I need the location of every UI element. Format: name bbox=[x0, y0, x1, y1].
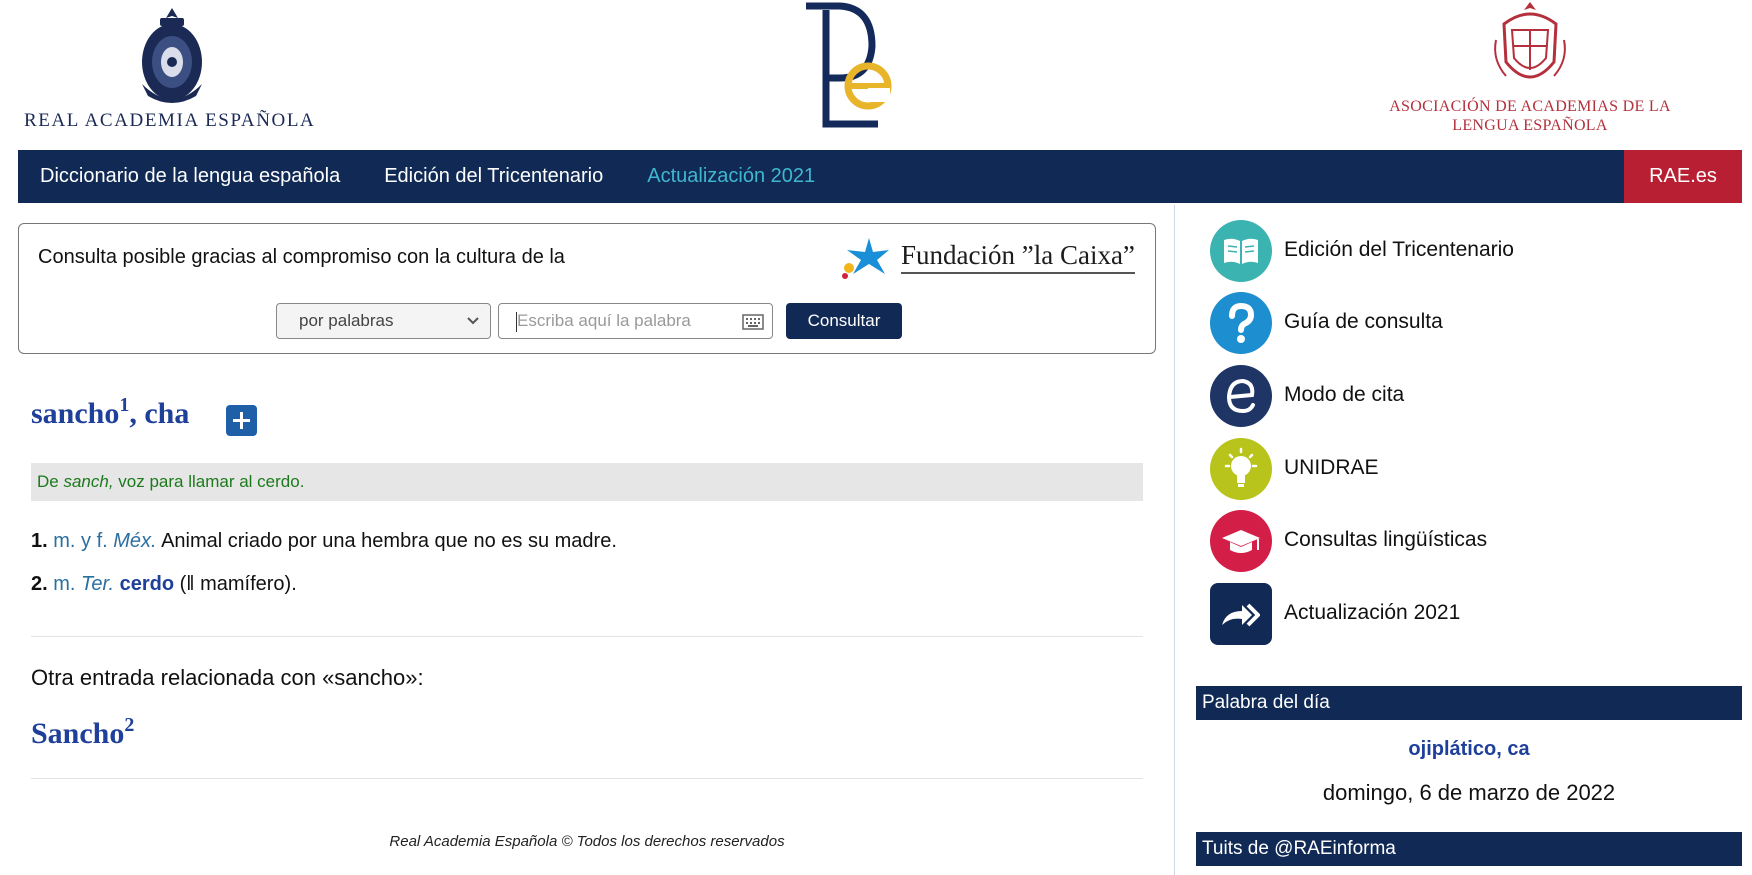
question-icon bbox=[1210, 292, 1272, 354]
nav-item-diccionario[interactable]: Diccionario de la lengua española bbox=[40, 165, 340, 188]
asale-name-line2: LENGUA ESPAÑOLA bbox=[1452, 117, 1608, 134]
headword-text: sancho bbox=[31, 397, 120, 430]
sponsor-name: Fundación ”la Caixa” bbox=[901, 240, 1135, 274]
word-of-day-title: Palabra del día bbox=[1196, 686, 1742, 720]
main-nav: Diccionario de la lengua española Edició… bbox=[18, 150, 1742, 203]
nav-rae-link[interactable]: RAE.es bbox=[1624, 150, 1742, 203]
etym-pre: De bbox=[37, 472, 64, 491]
def-region-abbr[interactable]: Ter. bbox=[81, 573, 114, 595]
sidebar-item-consultas[interactable]: Consultas lingüísticas bbox=[1210, 508, 1690, 572]
search-mode-select[interactable]: por palabras bbox=[276, 303, 491, 339]
entry-headword: sancho1, cha bbox=[31, 394, 189, 431]
sidebar-item-label: Consultas lingüísticas bbox=[1284, 528, 1488, 551]
sidebar-item-modo-cita[interactable]: Modo de cita bbox=[1210, 363, 1690, 427]
expand-plus-button[interactable] bbox=[226, 405, 257, 436]
book-icon bbox=[1210, 220, 1272, 282]
asale-name: ASOCIACIÓN DE ACADEMIAS DE LA LENGUA ESP… bbox=[1380, 97, 1680, 135]
asale-logo[interactable]: ASOCIACIÓN DE ACADEMIAS DE LA LENGUA ESP… bbox=[1380, 0, 1680, 140]
sidebar-item-label: Actualización 2021 bbox=[1284, 601, 1461, 624]
def-region-abbr[interactable]: Méx. bbox=[113, 530, 156, 552]
lightbulb-icon bbox=[1210, 438, 1272, 500]
headword-superscript: 1 bbox=[119, 394, 130, 416]
sponsor-text: Consulta posible gracias al compromiso c… bbox=[38, 246, 565, 268]
consult-button[interactable]: Consultar bbox=[786, 303, 902, 339]
search-mode-value: por palabras bbox=[299, 311, 394, 330]
footer-copyright: Real Academia Española © Todos los derec… bbox=[389, 833, 785, 850]
search-input[interactable]: Escriba aquí la palabra bbox=[498, 303, 773, 339]
def-number: 1. bbox=[31, 530, 48, 552]
def-text: (‖ mamífero). bbox=[174, 573, 297, 595]
dle-logo[interactable] bbox=[800, 0, 900, 130]
related-superscript: 2 bbox=[124, 714, 135, 736]
search-panel: Consulta posible gracias al compromiso c… bbox=[18, 223, 1156, 354]
etym-word: sanch, bbox=[63, 472, 114, 491]
definition-2: 2. m. Ter. cerdo (‖ mamífero). bbox=[31, 573, 297, 596]
sidebar-item-label: Modo de cita bbox=[1284, 383, 1405, 406]
definition-1: 1. m. y f. Méx. Animal criado por una he… bbox=[31, 530, 617, 553]
nav-item-tricentenario[interactable]: Edición del Tricentenario bbox=[384, 165, 603, 188]
sidebar-item-label: Guía de consulta bbox=[1284, 310, 1443, 333]
word-of-day-date: domingo, 6 de marzo de 2022 bbox=[1322, 780, 1616, 805]
text-caret bbox=[516, 312, 517, 332]
sidebar-item-tricentenario[interactable]: Edición del Tricentenario bbox=[1210, 218, 1690, 282]
sidebar-item-label: Edición del Tricentenario bbox=[1284, 238, 1514, 261]
headword-feminine: , cha bbox=[129, 397, 190, 430]
sidebar-item-label: UNIDRAE bbox=[1284, 456, 1379, 479]
related-word: Sancho bbox=[31, 717, 125, 750]
sidebar-item-actualizacion[interactable]: Actualización 2021 bbox=[1210, 581, 1690, 645]
header-logos: REAL ACADEMIA ESPAÑOLA ASOCIACIÓN DE ACA… bbox=[0, 0, 1752, 150]
caixa-logo[interactable]: Fundación ”la Caixa” bbox=[839, 234, 1139, 284]
def-text: Animal criado por una hembra que no es s… bbox=[156, 530, 617, 552]
e-letter-icon bbox=[1210, 365, 1272, 427]
etymology: De sanch, voz para llamar al cerdo. bbox=[31, 463, 1143, 501]
def-number: 2. bbox=[31, 573, 48, 595]
nav-item-actualizacion[interactable]: Actualización 2021 bbox=[647, 165, 815, 188]
search-input-placeholder: Escriba aquí la palabra bbox=[517, 311, 691, 330]
tweets-title: Tuits de @RAEinforma bbox=[1196, 832, 1742, 866]
rae-logo[interactable]: REAL ACADEMIA ESPAÑOLA bbox=[24, 4, 324, 134]
sidebar-item-unidrae[interactable]: UNIDRAE bbox=[1210, 436, 1690, 500]
chevron-down-icon bbox=[467, 317, 479, 325]
asale-crest-icon bbox=[1494, 2, 1566, 79]
def-grammar-abbr[interactable]: m. bbox=[53, 573, 75, 595]
def-grammar-abbr[interactable]: m. y f. bbox=[53, 530, 107, 552]
def-reference-link[interactable]: cerdo bbox=[120, 573, 174, 595]
keyboard-icon[interactable] bbox=[742, 314, 764, 330]
asale-name-line1: ASOCIACIÓN DE ACADEMIAS DE LA bbox=[1389, 98, 1671, 115]
etym-post: voz para llamar al cerdo. bbox=[113, 472, 305, 491]
forward-arrows-icon bbox=[1210, 583, 1272, 645]
graduation-cap-icon bbox=[1210, 510, 1272, 572]
divider bbox=[31, 636, 1143, 637]
related-label: Otra entrada relacionada con «sancho»: bbox=[31, 665, 424, 690]
rae-crest-icon bbox=[142, 8, 202, 103]
rae-name: REAL ACADEMIA ESPAÑOLA bbox=[24, 110, 316, 131]
related-entry-link[interactable]: Sancho2 bbox=[31, 714, 134, 751]
sidebar-divider bbox=[1174, 205, 1175, 875]
dle-logo-icon bbox=[806, 2, 892, 128]
word-of-day-link[interactable]: ojiplático, ca bbox=[1196, 738, 1742, 761]
divider bbox=[31, 778, 1143, 779]
sidebar-item-guia[interactable]: Guía de consulta bbox=[1210, 290, 1690, 354]
star-icon bbox=[842, 238, 889, 279]
